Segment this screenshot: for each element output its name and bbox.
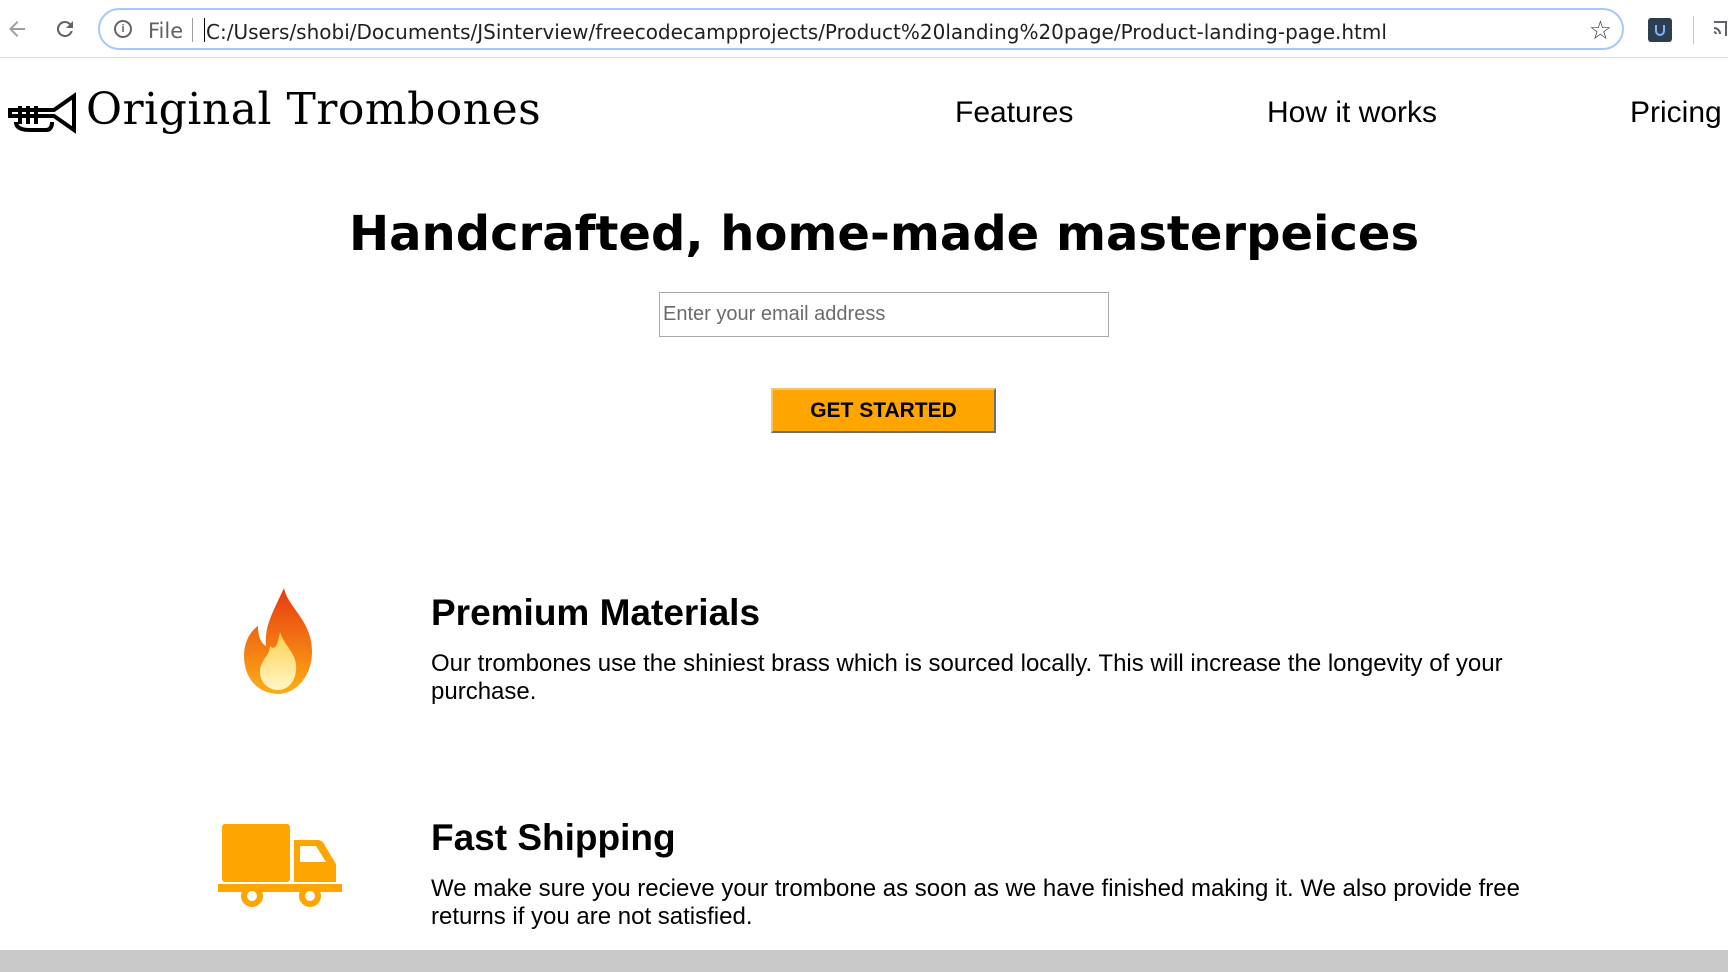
nav-link-pricing[interactable]: Pricing: [1630, 96, 1722, 130]
get-started-button[interactable]: GET STARTED: [771, 388, 996, 433]
trumpet-icon[interactable]: [8, 92, 76, 139]
toolbar-divider: [1693, 16, 1694, 44]
feature-description-fast-shipping: We make sure you recieve your trombone a…: [431, 875, 1520, 930]
fire-icon: [240, 586, 316, 701]
text-caret: [204, 18, 205, 42]
logo-text[interactable]: Original Trombones: [86, 84, 541, 135]
truck-icon: [218, 820, 342, 913]
cast-icon[interactable]: [1712, 18, 1728, 45]
feature-title-fast-shipping: Fast Shipping: [431, 817, 676, 858]
star-icon[interactable]: ☆: [1589, 15, 1612, 46]
back-arrow-icon[interactable]: [2, 14, 32, 44]
horizontal-scrollbar[interactable]: [0, 950, 1728, 972]
omnibox-divider: [192, 18, 193, 42]
extension-icon[interactable]: [1648, 18, 1672, 42]
reload-icon[interactable]: [50, 14, 80, 44]
nav-link-features[interactable]: Features: [955, 96, 1073, 130]
url-text[interactable]: C:/Users/shobi/Documents/JSinterview/fre…: [206, 20, 1387, 44]
file-label: File: [148, 19, 184, 43]
info-icon[interactable]: i: [114, 20, 132, 38]
browser-toolbar: i File C:/Users/shobi/Documents/JSinterv…: [0, 0, 1728, 58]
nav-link-how-it-works[interactable]: How it works: [1267, 96, 1437, 130]
email-input[interactable]: [659, 292, 1109, 337]
feature-title-premium-materials: Premium Materials: [431, 592, 761, 633]
address-bar[interactable]: i File C:/Users/shobi/Documents/JSinterv…: [98, 8, 1624, 50]
hero-title: Handcrafted, home-made masterpeices: [348, 206, 1420, 262]
feature-description-premium-materials: Our trombones use the shiniest brass whi…: [431, 650, 1503, 705]
